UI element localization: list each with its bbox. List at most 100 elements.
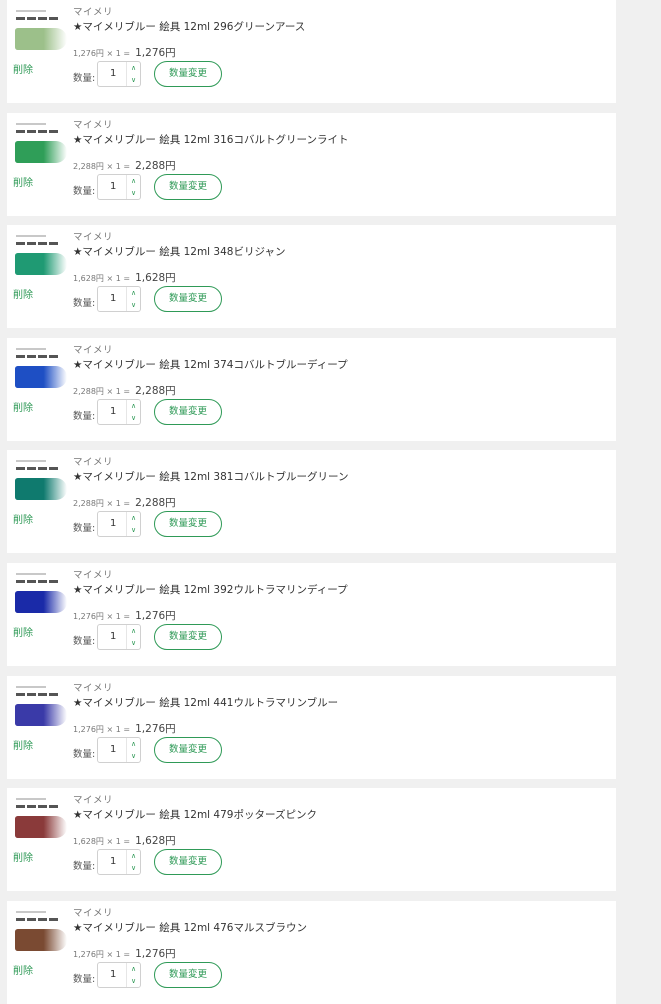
product-thumbnail[interactable]: [14, 573, 70, 619]
chevron-up-icon[interactable]: ∧: [127, 625, 140, 637]
quantity-stepper[interactable]: 1 ∧ ∨: [97, 962, 141, 988]
quantity-label: 数量:: [73, 298, 96, 309]
thumbnail-swatch: [16, 17, 25, 20]
thumbnail-label-bar: [16, 123, 46, 125]
thumbnail-swatch: [38, 693, 47, 696]
quantity-stepper[interactable]: 1 ∧ ∨: [97, 174, 141, 200]
chevron-down-icon[interactable]: ∨: [127, 862, 140, 874]
chevron-up-icon[interactable]: ∧: [127, 512, 140, 524]
chevron-down-icon[interactable]: ∨: [127, 412, 140, 424]
quantity-stepper[interactable]: 1 ∧ ∨: [97, 61, 141, 87]
product-name-link[interactable]: ★マイメリブルー 絵具 12ml 479ポッターズピンク: [73, 807, 317, 822]
paint-swatch-image: [15, 591, 67, 613]
product-name-link[interactable]: ★マイメリブルー 絵具 12ml 374コバルトブルーディープ: [73, 357, 348, 372]
product-name-link[interactable]: ★マイメリブルー 絵具 12ml 348ビリジャン: [73, 244, 285, 259]
quantity-input[interactable]: 1: [110, 68, 116, 79]
change-quantity-button[interactable]: 数量変更: [154, 511, 222, 537]
change-quantity-button[interactable]: 数量変更: [154, 737, 222, 763]
delete-link[interactable]: 削除: [13, 61, 33, 76]
chevron-down-icon[interactable]: ∨: [127, 74, 140, 86]
unit-price: 1,628円 × 1 =: [73, 274, 131, 283]
quantity-input[interactable]: 1: [110, 744, 116, 755]
price-line: 1,628円 × 1 = 1,628円: [73, 266, 176, 285]
delete-link[interactable]: 削除: [13, 962, 33, 977]
thumbnail-swatch: [38, 918, 47, 921]
quantity-input[interactable]: 1: [110, 969, 116, 980]
quantity-stepper[interactable]: 1 ∧ ∨: [97, 849, 141, 875]
product-thumbnail[interactable]: [14, 235, 70, 281]
chevron-up-icon[interactable]: ∧: [127, 400, 140, 412]
product-name-link[interactable]: ★マイメリブルー 絵具 12ml 296グリーンアース: [73, 19, 305, 34]
chevron-up-icon[interactable]: ∧: [127, 175, 140, 187]
thumbnail-swatch: [49, 467, 58, 470]
delete-link[interactable]: 削除: [13, 174, 33, 189]
line-total: 1,276円: [135, 47, 176, 59]
delete-link[interactable]: 削除: [13, 849, 33, 864]
scrollbar-track[interactable]: [640, 0, 661, 1000]
thumbnail-swatch: [38, 805, 47, 808]
thumbnail-swatch: [49, 355, 58, 358]
thumbnail-swatch: [16, 130, 25, 133]
product-thumbnail[interactable]: [14, 911, 70, 957]
change-quantity-button[interactable]: 数量変更: [154, 399, 222, 425]
product-thumbnail[interactable]: [14, 10, 70, 56]
thumbnail-swatch: [38, 242, 47, 245]
product-thumbnail[interactable]: [14, 798, 70, 844]
delete-link[interactable]: 削除: [13, 737, 33, 752]
price-line: 1,276円 × 1 = 1,276円: [73, 942, 176, 961]
chevron-up-icon[interactable]: ∧: [127, 850, 140, 862]
paint-swatch-image: [15, 704, 67, 726]
chevron-down-icon[interactable]: ∨: [127, 187, 140, 199]
unit-price: 2,288円 × 1 =: [73, 499, 131, 508]
delete-link[interactable]: 削除: [13, 399, 33, 414]
thumbnail-label-bar: [16, 798, 46, 800]
thumbnail-swatch: [49, 918, 58, 921]
quantity-input[interactable]: 1: [110, 631, 116, 642]
cart-item-card: 削除 マイメリ ★マイメリブルー 絵具 12ml 296グリーンアース 1,27…: [7, 0, 616, 103]
price-line: 1,276円 × 1 = 1,276円: [73, 41, 176, 60]
cart-item-card: 削除 マイメリ ★マイメリブルー 絵具 12ml 316コバルトグリーンライト …: [7, 113, 616, 216]
chevron-up-icon[interactable]: ∧: [127, 963, 140, 975]
delete-link[interactable]: 削除: [13, 511, 33, 526]
change-quantity-button[interactable]: 数量変更: [154, 624, 222, 650]
thumbnail-swatch: [16, 805, 25, 808]
change-quantity-button[interactable]: 数量変更: [154, 286, 222, 312]
change-quantity-button[interactable]: 数量変更: [154, 61, 222, 87]
quantity-input[interactable]: 1: [110, 406, 116, 417]
quantity-stepper[interactable]: 1 ∧ ∨: [97, 624, 141, 650]
quantity-input[interactable]: 1: [110, 856, 116, 867]
product-name-link[interactable]: ★マイメリブルー 絵具 12ml 392ウルトラマリンディープ: [73, 582, 348, 597]
chevron-down-icon[interactable]: ∨: [127, 975, 140, 987]
chevron-down-icon[interactable]: ∨: [127, 524, 140, 536]
quantity-stepper[interactable]: 1 ∧ ∨: [97, 737, 141, 763]
product-thumbnail[interactable]: [14, 686, 70, 732]
chevron-up-icon[interactable]: ∧: [127, 287, 140, 299]
quantity-input[interactable]: 1: [110, 518, 116, 529]
change-quantity-button[interactable]: 数量変更: [154, 962, 222, 988]
quantity-input[interactable]: 1: [110, 181, 116, 192]
quantity-stepper[interactable]: 1 ∧ ∨: [97, 286, 141, 312]
chevron-down-icon[interactable]: ∨: [127, 750, 140, 762]
chevron-down-icon[interactable]: ∨: [127, 637, 140, 649]
quantity-input[interactable]: 1: [110, 293, 116, 304]
thumbnail-swatch: [16, 580, 25, 583]
product-name-link[interactable]: ★マイメリブルー 絵具 12ml 476マルスブラウン: [73, 920, 307, 935]
product-name-link[interactable]: ★マイメリブルー 絵具 12ml 316コバルトグリーンライト: [73, 132, 348, 147]
product-thumbnail[interactable]: [14, 460, 70, 506]
product-name-link[interactable]: ★マイメリブルー 絵具 12ml 381コバルトブルーグリーン: [73, 469, 348, 484]
delete-link[interactable]: 削除: [13, 286, 33, 301]
delete-link[interactable]: 削除: [13, 624, 33, 639]
change-quantity-button[interactable]: 数量変更: [154, 849, 222, 875]
product-thumbnail[interactable]: [14, 123, 70, 169]
quantity-stepper[interactable]: 1 ∧ ∨: [97, 399, 141, 425]
quantity-stepper[interactable]: 1 ∧ ∨: [97, 511, 141, 537]
thumbnail-label-bar: [16, 686, 46, 688]
change-quantity-button[interactable]: 数量変更: [154, 174, 222, 200]
chevron-up-icon[interactable]: ∧: [127, 738, 140, 750]
chevron-up-icon[interactable]: ∧: [127, 62, 140, 74]
product-name-link[interactable]: ★マイメリブルー 絵具 12ml 441ウルトラマリンブルー: [73, 695, 338, 710]
stepper-arrows: ∧ ∨: [126, 175, 140, 199]
stepper-arrows: ∧ ∨: [126, 963, 140, 987]
chevron-down-icon[interactable]: ∨: [127, 299, 140, 311]
product-thumbnail[interactable]: [14, 348, 70, 394]
